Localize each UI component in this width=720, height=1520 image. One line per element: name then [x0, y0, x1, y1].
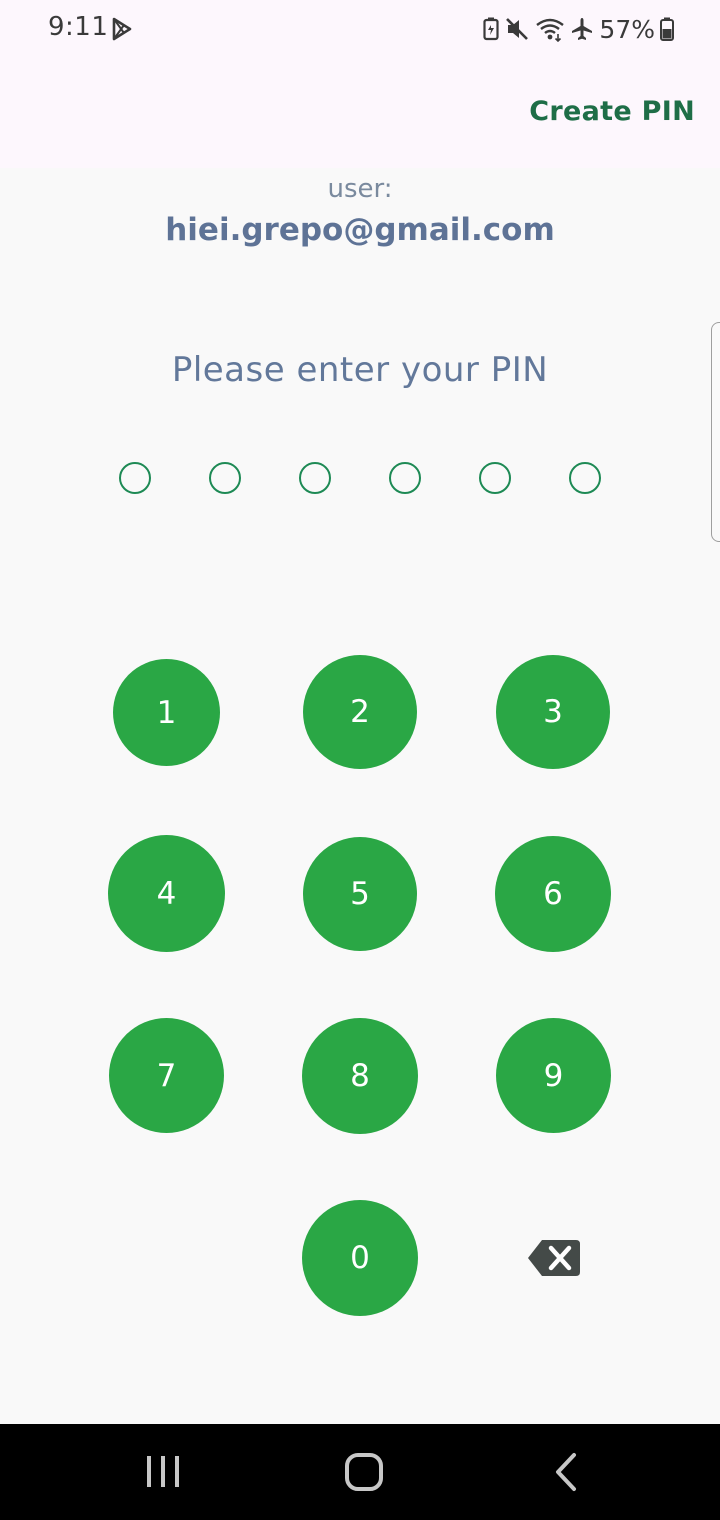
battery-percent: 57% — [599, 14, 655, 44]
top-bar: 9:11 57% Create PIN — [0, 0, 720, 168]
user-email: hiei.grepo@gmail.com — [165, 212, 555, 248]
key-6[interactable]: 6 — [495, 836, 611, 952]
pin-dot — [569, 462, 601, 494]
wifi-icon — [536, 18, 565, 42]
key-8[interactable]: 8 — [302, 1018, 418, 1134]
pin-prompt: Please enter your PIN — [171, 350, 549, 390]
back-button[interactable] — [536, 1448, 596, 1496]
status-time: 9:11 — [48, 12, 109, 42]
pin-dot — [209, 462, 241, 494]
key-1[interactable]: 1 — [113, 659, 220, 766]
key-9[interactable]: 9 — [496, 1018, 611, 1133]
screen: 9:11 57% Create PIN user: hiei.grepo@gma… — [0, 0, 720, 1520]
key-0[interactable]: 0 — [302, 1200, 418, 1316]
pin-dot — [479, 462, 511, 494]
home-button[interactable] — [334, 1448, 394, 1496]
app-bar: Create PIN — [0, 58, 720, 168]
user-label: user: — [327, 174, 393, 204]
key-5[interactable]: 5 — [303, 837, 417, 951]
battery-icon — [660, 17, 674, 41]
key-2[interactable]: 2 — [303, 655, 417, 769]
key-4[interactable]: 4 — [108, 835, 225, 952]
navigation-bar — [0, 1424, 720, 1520]
backspace-button[interactable] — [526, 1238, 582, 1278]
recent-apps-button[interactable] — [133, 1448, 193, 1496]
play-store-icon — [112, 17, 132, 41]
backspace-icon — [528, 1240, 580, 1276]
key-7[interactable]: 7 — [109, 1018, 224, 1133]
pin-dot — [299, 462, 331, 494]
airplane-mode-icon — [572, 18, 593, 40]
create-pin-button[interactable]: Create PIN — [529, 96, 695, 127]
mute-icon — [506, 18, 529, 40]
key-3[interactable]: 3 — [496, 655, 610, 769]
recent-apps-icon — [147, 1456, 179, 1487]
status-bar: 9:11 57% — [0, 0, 720, 58]
back-icon — [556, 1453, 576, 1491]
status-icons: 57% — [483, 14, 674, 44]
home-icon — [345, 1453, 383, 1491]
pin-dot — [389, 462, 421, 494]
pin-dot — [119, 462, 151, 494]
battery-saver-icon — [483, 17, 500, 41]
